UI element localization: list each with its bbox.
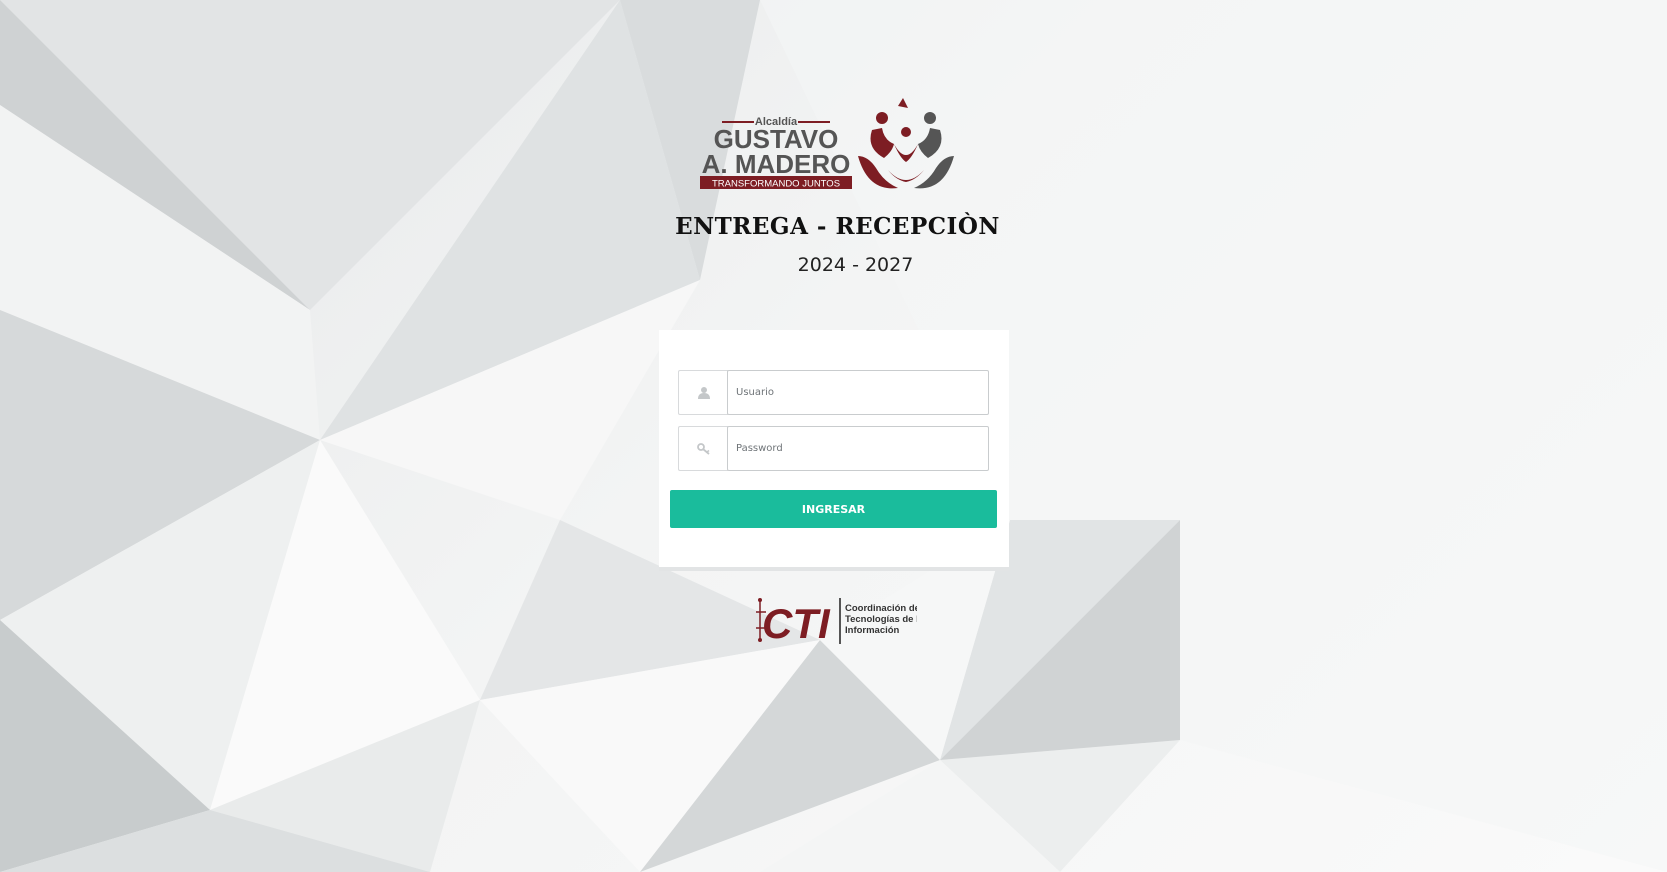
- password-input[interactable]: [727, 426, 989, 471]
- username-field: [678, 370, 989, 415]
- svg-text:Información: Información: [845, 625, 900, 636]
- alcaldia-gam-logo: Alcaldía GUSTAVO A. MADERO TRANSFORMANDO…: [700, 98, 954, 190]
- svg-text:CTI: CTI: [762, 600, 831, 647]
- svg-text:Coordinación de: Coordinación de: [845, 603, 917, 614]
- hands-emblem-icon: [858, 98, 954, 189]
- period-label: 2024 - 2027: [797, 254, 914, 276]
- svg-text:A. MADERO: A. MADERO: [702, 149, 851, 179]
- user-icon: [678, 370, 728, 415]
- password-field: [678, 426, 989, 471]
- cti-logo: CTI Coordinación de Tecnologías de la In…: [756, 598, 917, 647]
- login-card: INGRESAR: [659, 330, 1009, 571]
- page-title: ENTREGA - RECEPCIÒN: [675, 213, 1000, 240]
- login-page: Alcaldía GUSTAVO A. MADERO TRANSFORMANDO…: [0, 0, 1667, 872]
- svg-text:TRANSFORMANDO JUNTOS: TRANSFORMANDO JUNTOS: [712, 179, 840, 190]
- svg-text:Tecnologías de la: Tecnologías de la: [845, 614, 917, 625]
- login-button[interactable]: INGRESAR: [670, 490, 997, 528]
- username-input[interactable]: [727, 370, 989, 415]
- key-icon: [678, 426, 728, 471]
